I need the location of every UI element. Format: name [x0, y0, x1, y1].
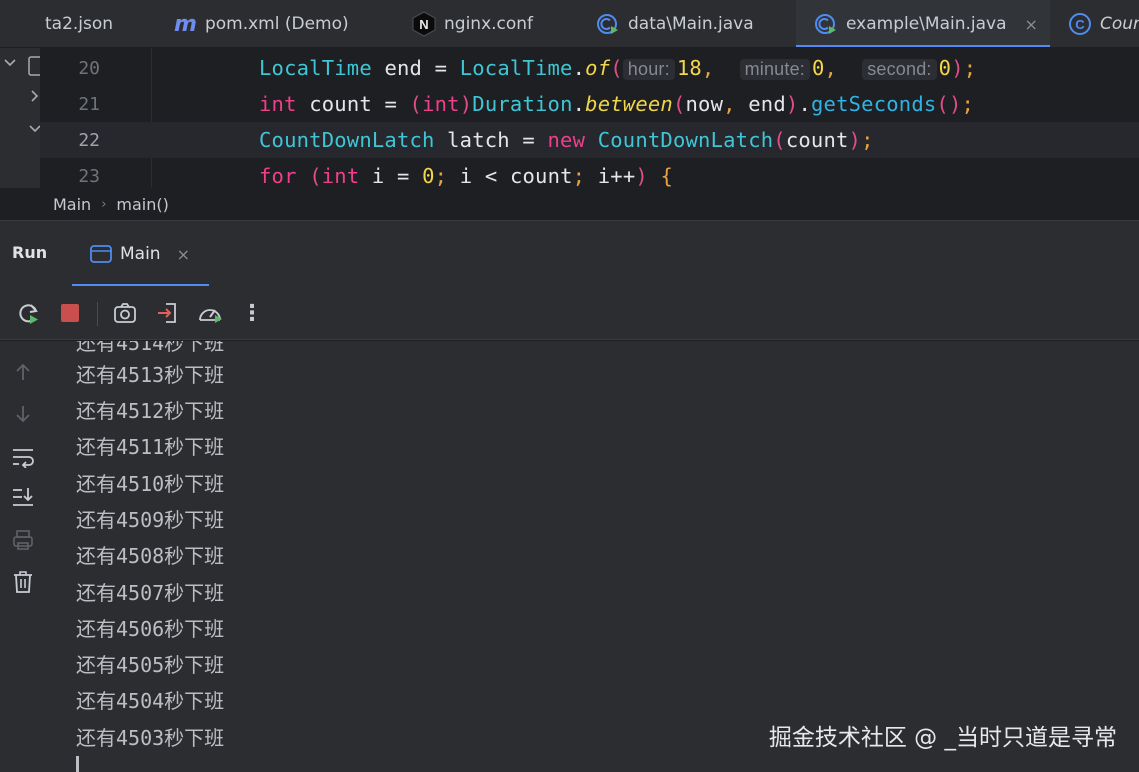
scroll-to-end-icon[interactable] [10, 484, 36, 510]
tab-countdown[interactable]: C Cour [1068, 0, 1139, 47]
project-tree-edge [0, 48, 44, 188]
breadcrumb: Main › main() [0, 188, 1139, 220]
line-number: 21 [78, 93, 100, 115]
line-number: 23 [78, 165, 100, 187]
tab-nginx-conf[interactable]: N nginx.conf [412, 0, 534, 47]
tab-label: pom.xml (Demo) [204, 14, 349, 34]
print-icon[interactable] [10, 527, 36, 553]
run-tab-label: Main [120, 244, 161, 264]
console-line: 还有4513秒下班 [76, 363, 225, 387]
clear-icon[interactable] [10, 569, 36, 595]
maven-icon: m [174, 11, 197, 37]
parameter-hint-hour: hour: [622, 59, 675, 80]
more-icon[interactable]: ⋮ [239, 300, 265, 326]
java-class-run-icon [814, 12, 838, 36]
console-line: 还有4506秒下班 [76, 617, 225, 641]
tab-label: Cour [1100, 14, 1139, 34]
toolbar-separator [97, 302, 98, 326]
code-line-20[interactable]: 20 LocalTime end = LocalTime.of(hour: 18,… [40, 50, 1139, 86]
java-class-icon: C [1068, 12, 1092, 36]
parameter-hint-second: second: [862, 59, 937, 80]
console-line: 还有4504秒下班 [76, 689, 225, 713]
java-class-run-icon [596, 12, 620, 36]
console-line: 还有4514秒下班 [76, 341, 225, 355]
console-window-icon [90, 244, 112, 264]
run-toolbar: ⋮ [0, 286, 1139, 340]
tab-example-main-java[interactable]: example\Main.java × [796, 0, 1050, 47]
console-line: 还有4507秒下班 [76, 581, 225, 605]
svg-text:C: C [1075, 17, 1085, 32]
stop-icon[interactable] [57, 300, 83, 326]
code-text: int count = (int)Duration.between(now, e… [259, 92, 975, 116]
text-caret [76, 756, 79, 772]
tab-data2-json[interactable]: ta2.json [45, 0, 114, 47]
breadcrumb-separator: › [101, 196, 107, 212]
console-line: 还有4505秒下班 [76, 653, 225, 677]
tab-label: data\Main.java [628, 14, 754, 34]
chevron-right-icon[interactable] [30, 88, 40, 108]
breadcrumb-item-class[interactable]: Main [53, 195, 91, 214]
breadcrumb-item-method[interactable]: main() [116, 195, 168, 214]
parameter-hint-minute: minute: [739, 59, 810, 80]
console-line: 还有4512秒下班 [76, 399, 225, 423]
code-editor[interactable]: 20 LocalTime end = LocalTime.of(hour: 18,… [0, 48, 1139, 188]
tab-label: example\Main.java [846, 14, 1007, 34]
screenshot-icon[interactable] [112, 300, 138, 326]
scroll-up-icon[interactable] [10, 359, 36, 385]
rerun-icon[interactable] [16, 300, 42, 326]
svg-text:N: N [419, 17, 428, 32]
code-line-23[interactable]: 23 for (int i = 0; i < count; i++) { [40, 158, 1139, 188]
profiler-icon[interactable] [197, 300, 223, 326]
tab-label: ta2.json [45, 14, 114, 34]
soft-wrap-icon[interactable] [10, 444, 36, 470]
code-line-21[interactable]: 21 int count = (int)Duration.between(now… [40, 86, 1139, 122]
editor-tab-bar: ta2.json m pom.xml (Demo) N nginx.conf d… [0, 0, 1139, 48]
console-output[interactable]: 还有4514秒下班 还有4513秒下班 还有4512秒下班 还有4511秒下班 … [46, 341, 1139, 772]
tab-pom-xml[interactable]: m pom.xml (Demo) [174, 0, 349, 47]
console-line: 还有4510秒下班 [76, 472, 225, 496]
console-line: 还有4509秒下班 [76, 508, 225, 532]
folder-icon [28, 56, 44, 80]
scroll-down-icon[interactable] [10, 401, 36, 427]
nginx-icon: N [412, 11, 436, 37]
console-side-toolbar [0, 341, 46, 772]
run-title: Run [12, 243, 48, 262]
tab-label: nginx.conf [444, 14, 534, 34]
close-icon[interactable]: × [177, 245, 190, 264]
code-line-22[interactable]: 22 CountDownLatch latch = new CountDownL… [40, 122, 1139, 158]
line-number: 20 [78, 57, 100, 79]
chevron-down-icon[interactable] [2, 54, 18, 74]
watermark: 掘金技术社区 @ _当时只道是寻常 [768, 725, 1117, 751]
tab-data-main-java[interactable]: data\Main.java [596, 0, 754, 47]
line-number: 22 [78, 129, 100, 151]
code-text: LocalTime end = LocalTime.of(hour: 18, mi… [259, 56, 977, 80]
run-tab-main[interactable]: Main × [72, 221, 209, 287]
console-line: 还有4503秒下班 [76, 726, 225, 750]
code-text: for (int i = 0; i < count; i++) { [259, 164, 674, 188]
code-text: CountDownLatch latch = new CountDownLatc… [259, 128, 874, 152]
console-line: 还有4511秒下班 [76, 435, 225, 459]
close-icon[interactable]: × [1025, 15, 1038, 34]
run-tool-window-header: Run Main × [0, 220, 1139, 287]
exit-icon[interactable] [155, 300, 181, 326]
console-line: 还有4508秒下班 [76, 544, 225, 568]
